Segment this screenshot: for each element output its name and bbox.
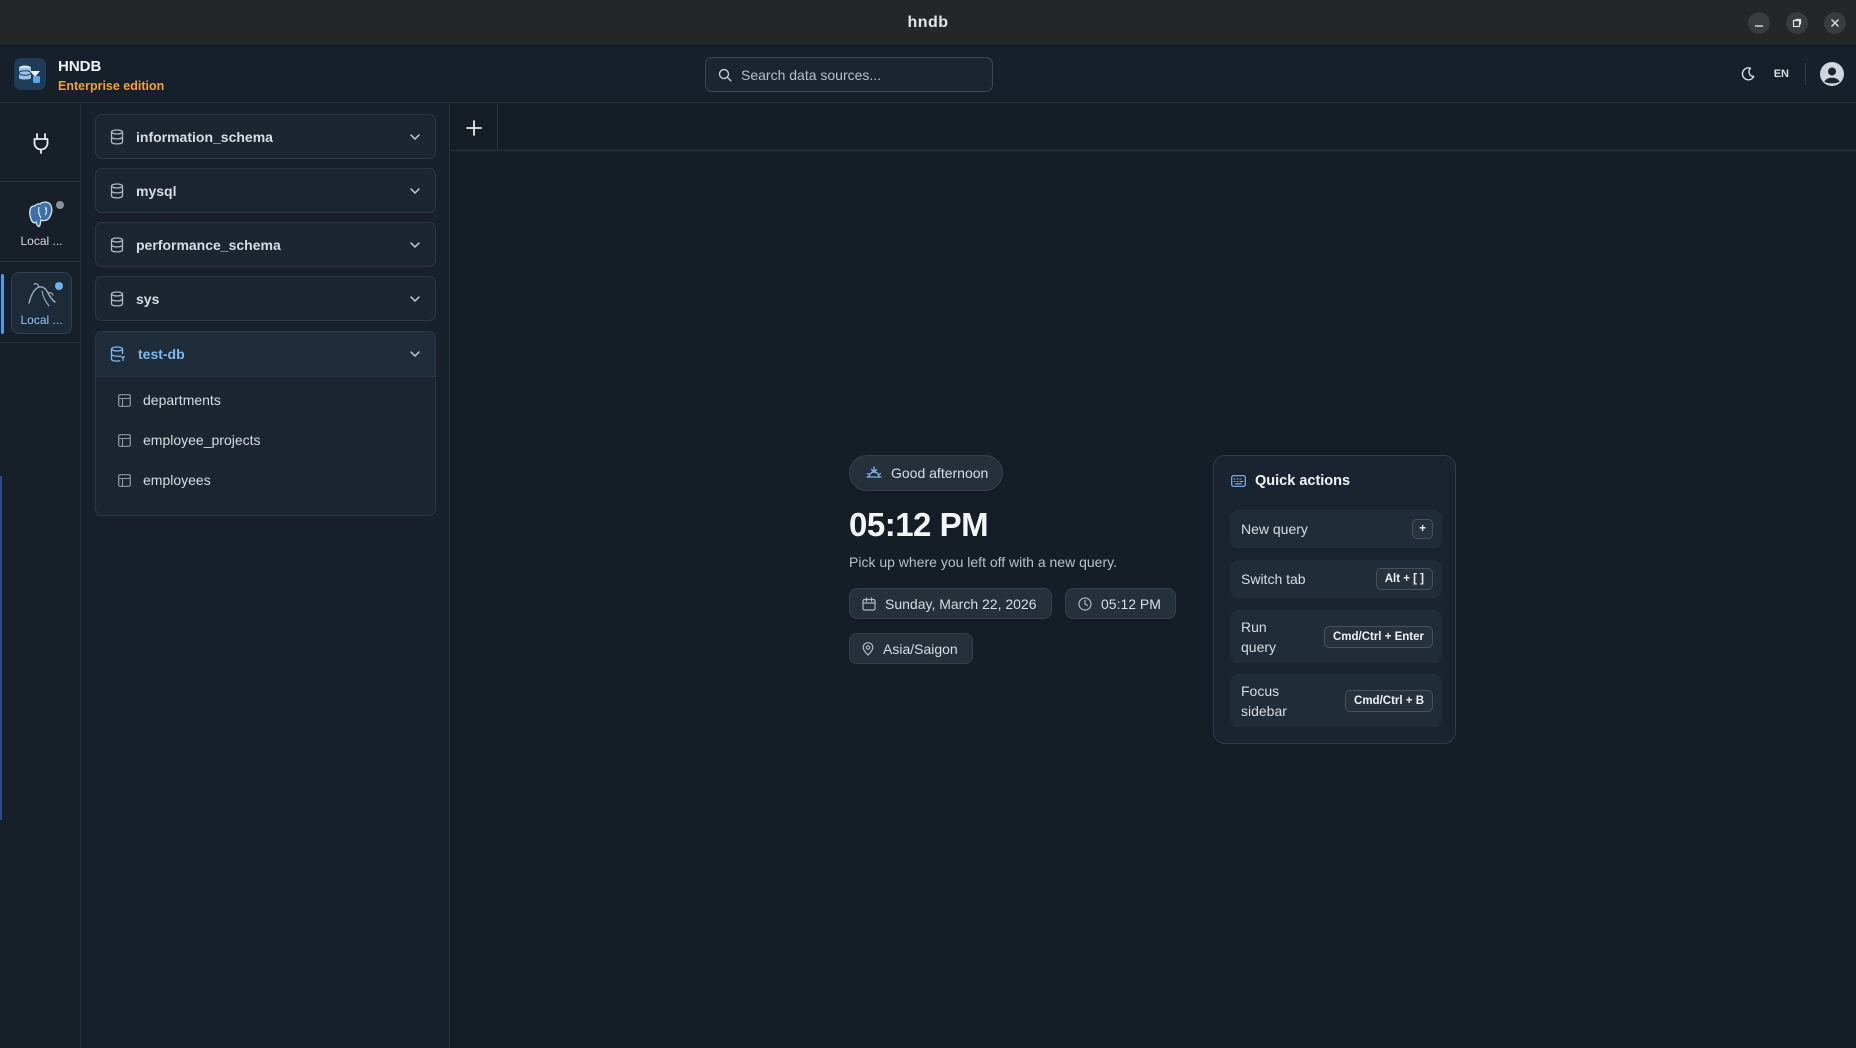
quick-action-label: Run query: [1241, 618, 1277, 655]
quick-action-run-query[interactable]: Run query Cmd/Ctrl + Enter: [1230, 610, 1442, 663]
greeting-badge: Good afternoon: [849, 455, 1004, 491]
rail-divider: [0, 342, 81, 343]
user-icon[interactable]: [1820, 62, 1844, 86]
quick-action-focus-sidebar[interactable]: Focus sidebar Cmd/Ctrl + B: [1230, 674, 1442, 727]
database-name: information_schema: [136, 128, 273, 145]
timezone-text: Asia/Saigon: [883, 640, 958, 657]
keyboard-icon: [1231, 475, 1246, 487]
quick-action-new-query[interactable]: New query +: [1230, 510, 1442, 548]
chevron-down-icon: [410, 351, 420, 357]
quick-actions-header: Quick actions: [1231, 473, 1350, 489]
database-name: performance_schema: [136, 236, 281, 253]
table-icon: [118, 393, 131, 407]
quick-action-label: Switch tab: [1241, 571, 1306, 587]
database-item-information-schema[interactable]: information_schema: [95, 114, 436, 159]
clock-badge: 05:12 PM: [1065, 588, 1176, 619]
database-item-performance-schema[interactable]: performance_schema: [95, 222, 436, 267]
language-button[interactable]: EN: [1774, 68, 1789, 80]
mysql-icon: [27, 283, 56, 307]
quick-action-label: New query: [1241, 521, 1308, 537]
search-box[interactable]: [705, 57, 993, 92]
clock-text: 05:12 PM: [1101, 595, 1161, 612]
new-tab-button[interactable]: [451, 104, 498, 151]
greeting-text: Good afternoon: [891, 465, 989, 481]
database-name: mysql: [136, 182, 177, 199]
database-icon: [110, 290, 124, 307]
table-item-employee-projects[interactable]: employee_projects: [96, 420, 435, 460]
connection-status-dot: [56, 201, 64, 209]
rail-divider: [0, 261, 81, 262]
plus-icon: [466, 119, 482, 136]
plug-icon[interactable]: [0, 104, 81, 182]
connection-label: Local ...: [20, 313, 63, 327]
table-icon: [118, 473, 131, 487]
brand-edition: Enterprise edition: [58, 79, 165, 93]
brand-name: HNDB: [58, 58, 102, 75]
header-actions: EN: [1740, 62, 1844, 86]
clock-icon: [1078, 596, 1092, 611]
chevron-down-icon: [410, 295, 420, 302]
close-icon[interactable]: [1824, 12, 1846, 34]
sunset-icon: [866, 466, 882, 478]
connection-label: Local ...: [20, 234, 63, 248]
connection-mysql[interactable]: Local ...: [11, 272, 72, 334]
database-icon: [110, 128, 124, 145]
table-name: departments: [143, 392, 221, 408]
active-connection-indicator: [1, 274, 4, 334]
table-name: employee_projects: [143, 432, 261, 448]
chevron-down-icon: [410, 187, 420, 194]
chevron-down-icon: [410, 133, 420, 140]
header-divider: [1805, 63, 1806, 85]
app-header: HNDB Enterprise edition EN: [0, 46, 1856, 103]
connection-postgresql[interactable]: Local ...: [11, 192, 72, 254]
shortcut-key: Cmd/Ctrl + Enter: [1323, 625, 1433, 648]
window-controls: [1748, 12, 1846, 34]
maximize-icon[interactable]: [1786, 12, 1808, 34]
window-titlebar: hndb: [0, 0, 1856, 46]
welcome-subtitle: Pick up where you left off with a new qu…: [849, 554, 1117, 570]
table-item-employees[interactable]: employees: [96, 460, 435, 500]
search-input[interactable]: [741, 66, 981, 83]
quick-action-label: Focus sidebar: [1241, 682, 1287, 719]
chevron-down-icon: [410, 241, 420, 248]
table-icon: [118, 433, 131, 447]
shortcut-key: +: [1412, 519, 1433, 539]
table-name: employees: [143, 472, 211, 488]
database-item-test-db: test-db departments employee_projects em…: [95, 331, 436, 516]
database-header-test-db[interactable]: test-db: [96, 332, 435, 377]
current-time: 05:12 PM: [849, 506, 989, 543]
calendar-icon: [862, 596, 876, 611]
window-edge-accent: [0, 476, 2, 820]
postgresql-icon: [28, 201, 52, 228]
database-name: sys: [136, 290, 160, 307]
connection-status-dot: [55, 282, 63, 290]
quick-action-switch-tab[interactable]: Switch tab Alt + [ ]: [1230, 560, 1442, 598]
quick-actions-title: Quick actions: [1255, 473, 1351, 489]
shortcut-key: Alt + [ ]: [1375, 568, 1433, 590]
database-icon: [110, 236, 124, 253]
window-title: hndb: [907, 13, 949, 31]
query-tab-strip: [451, 104, 1856, 151]
date-text: Sunday, March 22, 2026: [885, 595, 1037, 612]
database-sidebar: information_schema mysql performance_sch…: [81, 104, 450, 1048]
location-pin-icon: [862, 641, 874, 656]
database-item-mysql[interactable]: mysql: [95, 168, 436, 213]
minimize-icon[interactable]: [1748, 12, 1770, 34]
connection-rail: Local ... Local ...: [0, 104, 81, 1048]
shortcut-key: Cmd/Ctrl + B: [1345, 689, 1433, 712]
date-badge: Sunday, March 22, 2026: [849, 588, 1052, 619]
database-item-sys[interactable]: sys: [95, 276, 436, 321]
table-item-departments[interactable]: departments: [96, 380, 435, 420]
database-icon: [110, 182, 124, 199]
database-icon: [110, 346, 125, 362]
hndb-logo-icon: [14, 58, 46, 90]
moon-icon[interactable]: [1740, 66, 1756, 82]
search-icon: [718, 68, 732, 82]
quick-actions-panel: Quick actions New query + Switch tab Alt…: [1213, 455, 1456, 744]
timezone-badge: Asia/Saigon: [849, 633, 973, 664]
table-list: departments employee_projects employees: [96, 377, 435, 500]
database-name: test-db: [138, 346, 185, 362]
